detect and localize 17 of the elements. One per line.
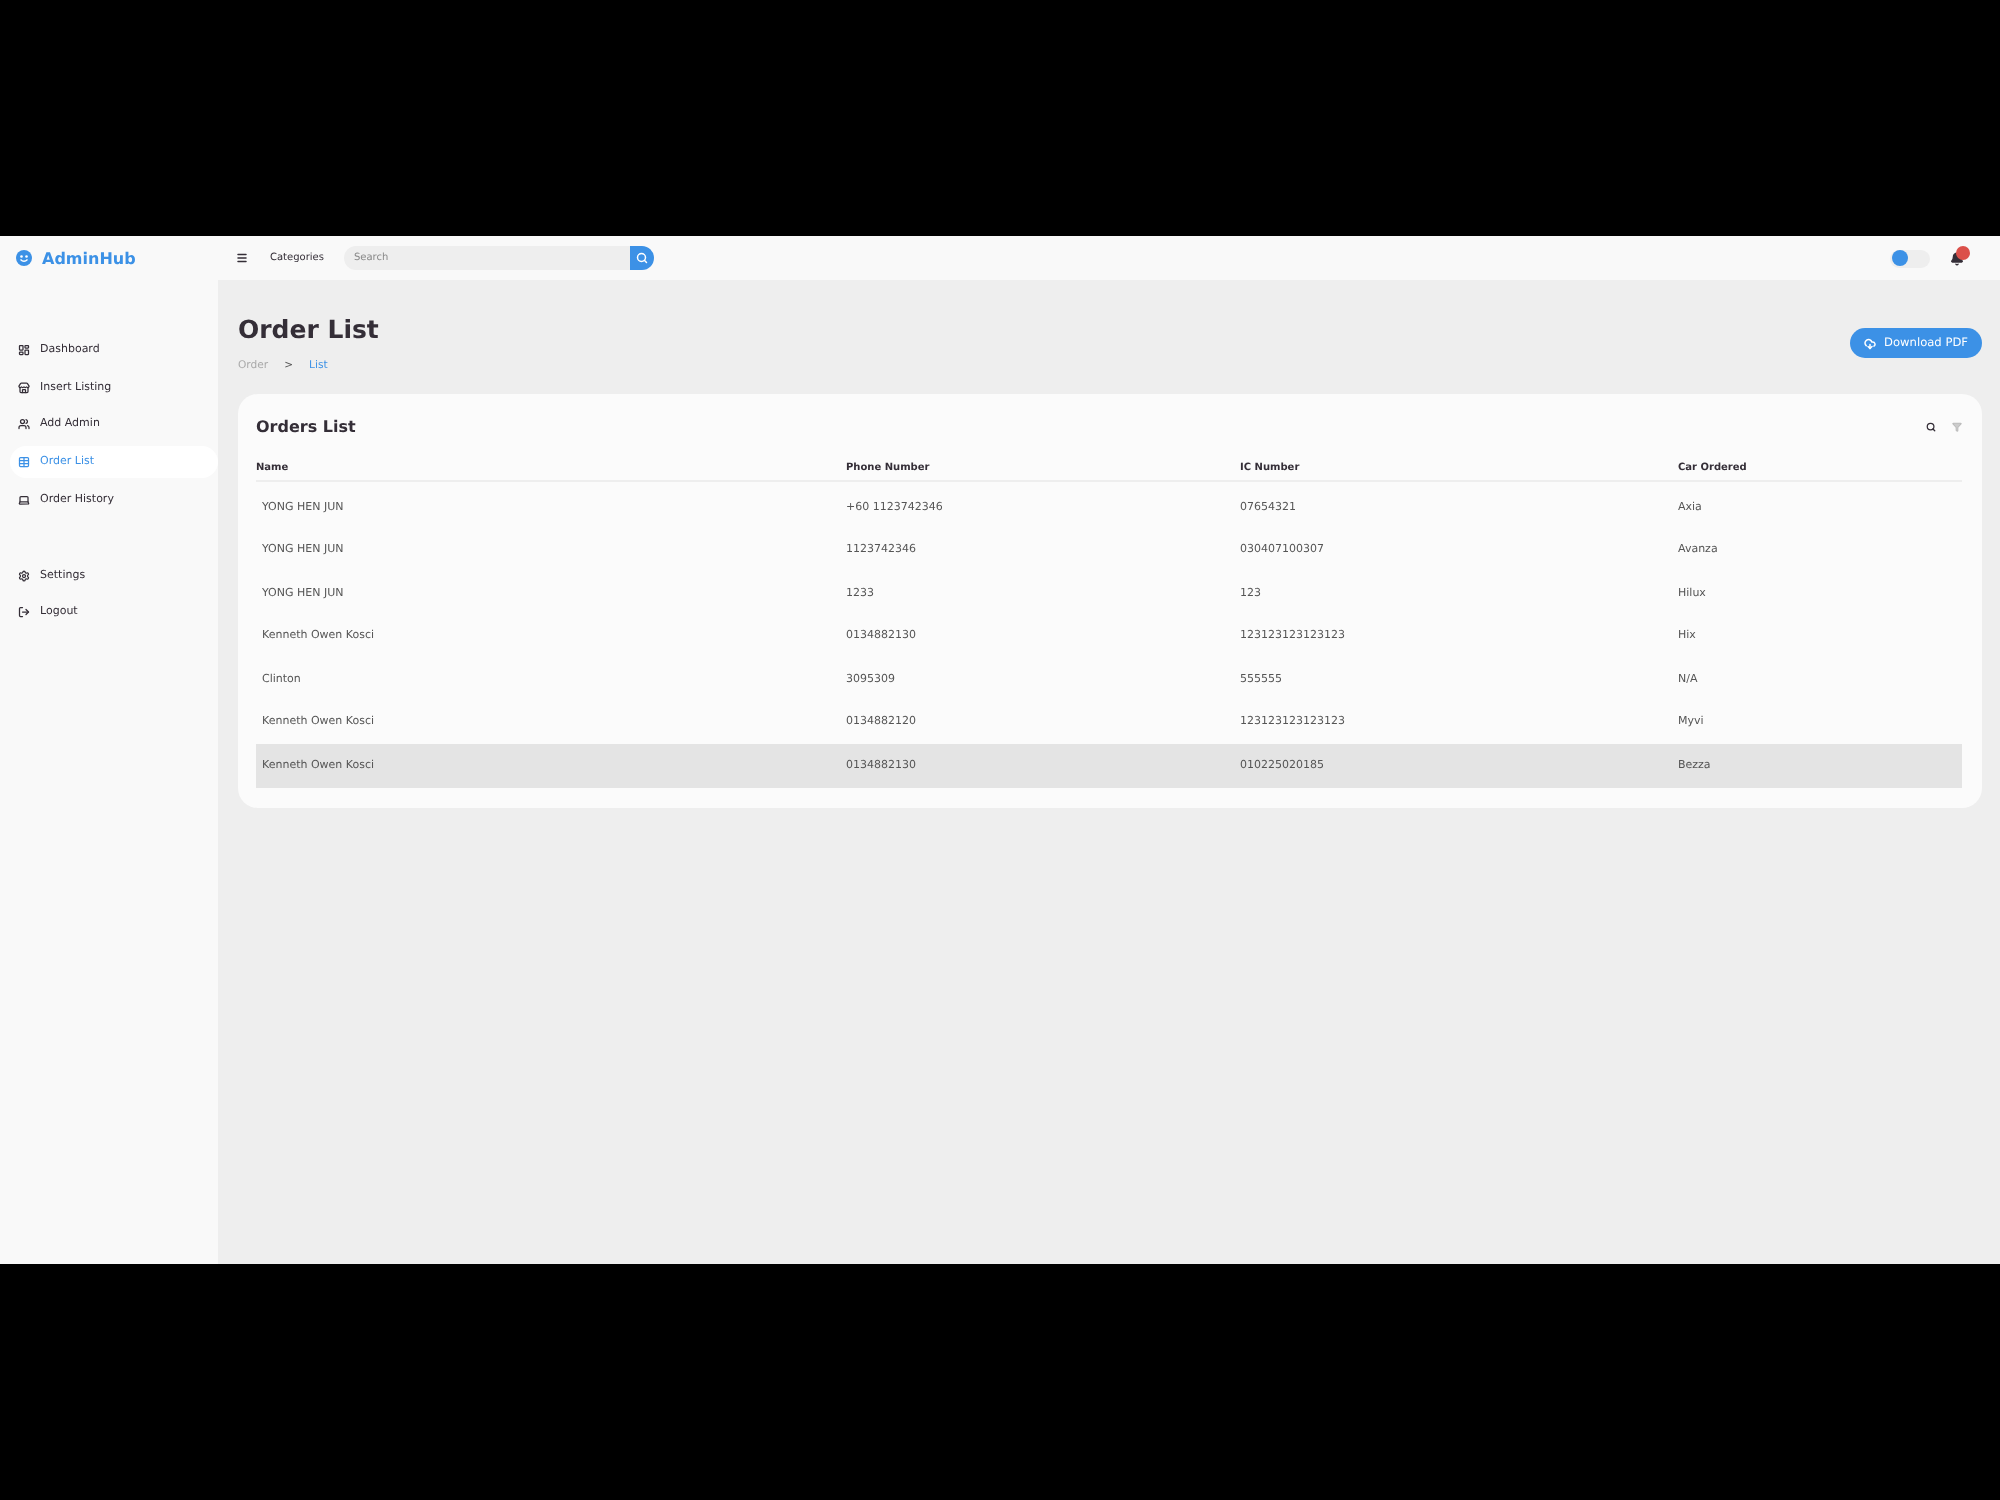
notification-badge-icon — [1955, 245, 1969, 259]
logout-icon — [18, 606, 30, 619]
users-icon — [18, 418, 30, 431]
page-title: Order List — [238, 314, 379, 344]
laptop-icon — [18, 493, 30, 506]
table-icon — [18, 456, 30, 469]
settings-icon — [18, 569, 30, 582]
cloud-download-icon — [1864, 337, 1877, 350]
search-icon — [635, 252, 648, 264]
card-title: Orders List — [256, 417, 356, 435]
search-icon[interactable] — [1926, 421, 1936, 431]
smiley-icon — [16, 250, 32, 266]
theme-switch[interactable] — [1890, 249, 1930, 267]
store-icon — [18, 381, 30, 394]
menu-icon[interactable] — [236, 252, 248, 264]
dashboard-icon — [18, 343, 30, 356]
search-button[interactable] — [629, 246, 654, 270]
